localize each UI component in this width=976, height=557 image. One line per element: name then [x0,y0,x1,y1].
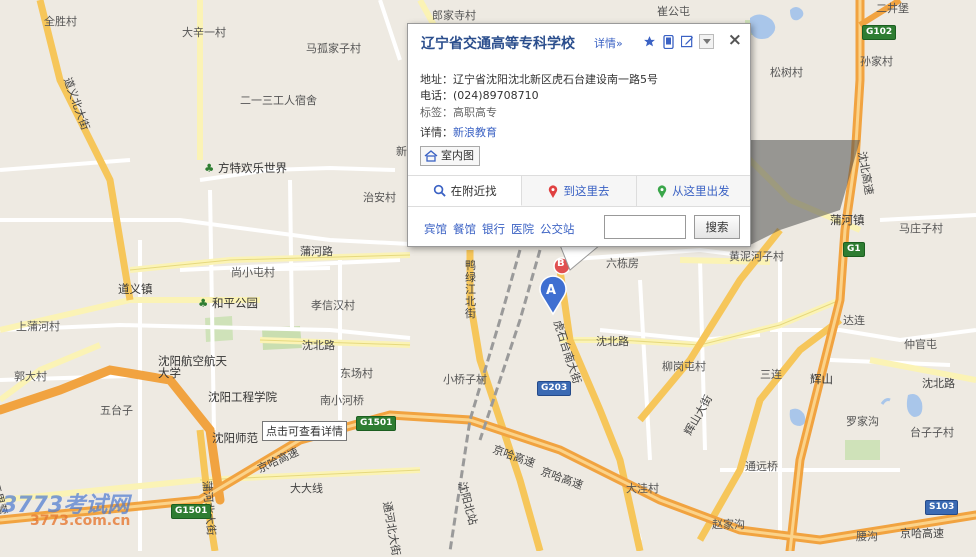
place-label: 辉山 [810,372,833,386]
marker-b-label[interactable]: B [557,258,565,269]
category-hospital[interactable]: 医院 [511,221,534,237]
road-label: 沈北路 [596,335,629,348]
place-label: 大洼村 [626,482,659,495]
place-label: 五台子 [100,404,133,417]
category-restaurant[interactable]: 餐馆 [453,221,476,237]
pin-icon [657,184,667,198]
highway-shield: G1501 [356,416,397,431]
poi-label: 沈阳师范 [212,431,258,445]
place-label: 蒲河镇 [830,213,865,227]
highway-shield: S103 [925,500,959,515]
nearby-categories: 宾馆 餐馆 银行 医院 公交站 [424,221,575,237]
star-icon[interactable] [642,34,657,49]
road-label: 沈北路 [922,377,955,390]
pin-icon [549,184,558,198]
place-label: 上蒲河村 [16,320,60,333]
tab-nearby[interactable]: 在附近找 [408,176,523,206]
poi-label: 沈阳航空航天大学 [158,354,227,380]
edit-icon[interactable] [680,34,695,49]
indoor-map-button[interactable]: 室内图 [420,146,480,166]
highway-shield: G1 [843,242,865,257]
poi-info-window: 辽宁省交通高等专科学校 详情» × 地址：辽宁省沈阳沈北新区虎石台建设南一路5号… [407,23,751,247]
phone-value: (024)89708710 [453,89,539,102]
watermark: 3773考试网 3773.com.cn [2,493,131,529]
highway-shield: G1501 [171,504,212,519]
place-label: 台子子村 [910,426,954,439]
place-label: 治安村 [363,191,396,204]
place-label: 全胜村 [44,15,77,28]
place-label: 尚小屯村 [231,266,275,279]
place-label: 孙家村 [860,55,893,68]
place-label: 六栋房 [606,257,639,270]
place-label: 崔公屯 [657,5,690,18]
poi-label: 沈阳工程学院 [208,390,277,404]
search-button[interactable]: 搜索 [694,215,740,239]
place-label: 黄泥河子村 [729,250,784,263]
place-label: 新 [396,145,407,158]
place-label: 仲官屯 [904,338,937,351]
tooltip: 点击可查看详情 [262,421,347,441]
detail-link[interactable]: 详情» [594,35,623,51]
highway-shield: G102 [862,25,897,40]
tab-route-from[interactable]: 从这里出发 [637,176,750,206]
place-label: 达连 [843,314,865,327]
road-label: 京哈高速 [900,527,944,540]
place-label: 二井堡 [876,2,909,15]
close-button[interactable]: × [728,30,742,50]
phone-row: 电话：(024)89708710 [420,89,539,102]
place-label: 罗家沟 [846,415,879,428]
poi-label: ♣ 和平公园 [198,296,258,310]
place-label: 马孤家子村 [306,42,361,55]
tag-row: 标签：高职高专 [420,106,497,119]
detail-row: 详情：新浪教育 [420,126,497,139]
address-value: 辽宁省沈阳沈北新区虎石台建设南一路5号 [453,73,658,86]
poi-label: ♣ 方特欢乐世界 [204,161,287,175]
place-label: 腰沟 [856,530,878,543]
place-label: 东场村 [340,367,373,380]
place-label: 郎家寺村 [432,9,476,22]
tab-route-to[interactable]: 到这里去 [522,176,637,206]
place-label: 小桥子村 [443,373,487,386]
place-label: 南小河桥 [320,394,364,407]
marker-a-label[interactable]: A [546,283,556,298]
place-label: 通远桥 [745,460,778,473]
place-label: 孝信汉村 [311,299,355,312]
phone-icon[interactable] [661,34,676,49]
category-bank[interactable]: 银行 [482,221,505,237]
place-label: 郭大村 [14,370,47,383]
place-label: 柳岗屯村 [662,360,706,373]
place-label: 大辛一村 [182,26,226,39]
highway-shield: G203 [537,381,572,396]
road-label: 大大线 [290,482,323,495]
place-label: 三连 [760,368,782,381]
tag-value: 高职高专 [453,106,497,119]
place-label: 道义镇 [118,282,153,296]
popup-tabs: 在附近找 到这里去 从这里出发 [408,175,750,207]
search-icon [433,184,446,197]
place-label: 松树村 [770,66,803,79]
detail-source-link[interactable]: 新浪教育 [453,126,497,139]
nearby-search-input[interactable] [604,215,686,239]
house-icon [424,150,438,162]
category-hotel[interactable]: 宾馆 [424,221,447,237]
category-bus-stop[interactable]: 公交站 [540,221,575,237]
place-label: 马庄子村 [899,222,943,235]
address-row: 地址：辽宁省沈阳沈北新区虎石台建设南一路5号 [420,73,658,86]
place-label: 二一三工人宿舍 [240,94,317,107]
road-label: 沈北路 [302,339,335,352]
poi-title: 辽宁省交通高等专科学校 [421,36,575,52]
road-label: 蒲河路 [300,245,333,258]
place-label: 赵家沟 [712,518,745,531]
road-label: 鸭绿江北街 [465,259,476,320]
dropdown-icon[interactable] [699,34,714,49]
